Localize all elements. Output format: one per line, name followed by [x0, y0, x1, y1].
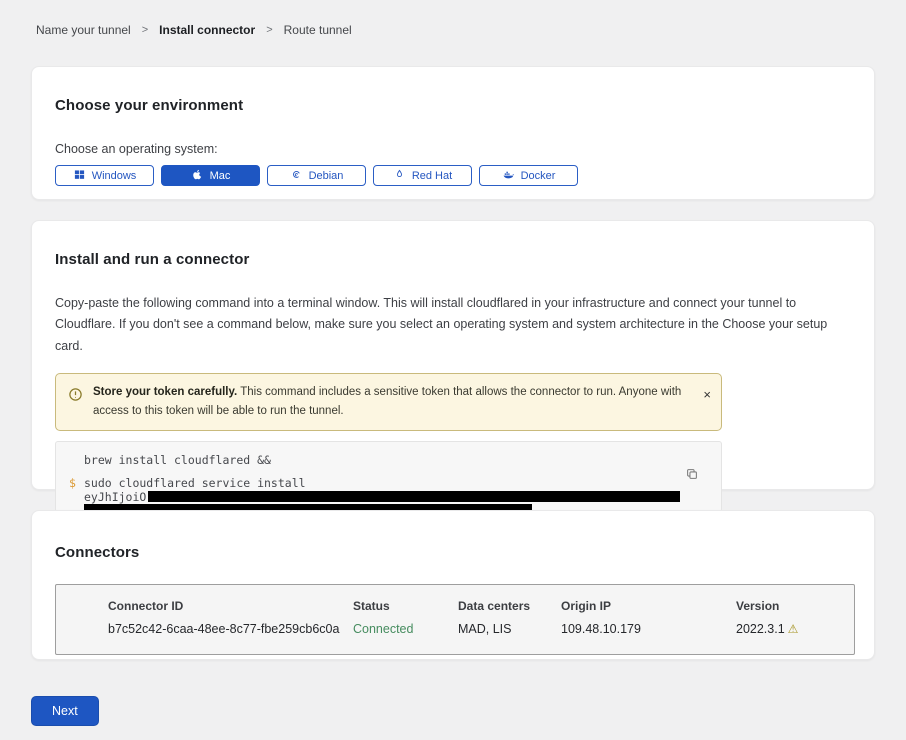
- breadcrumb-separator: >: [266, 24, 272, 36]
- cell-data-centers: MAD, LIS: [458, 622, 561, 636]
- info-circle-icon: [68, 387, 83, 421]
- version-warning-icon: ⚠: [788, 622, 799, 636]
- os-button-label: Mac: [210, 170, 231, 182]
- code-line-command: $ sudo cloudflared service install: [84, 476, 693, 490]
- choose-environment-card: Choose your environment Choose an operat…: [31, 66, 875, 200]
- breadcrumb-step-install-connector[interactable]: Install connector: [159, 23, 255, 37]
- copy-icon[interactable]: [683, 467, 701, 485]
- shell-prompt: $: [69, 476, 76, 490]
- alert-title: Store your token carefully.: [93, 386, 237, 398]
- connectors-table: Connector ID Status Data centers Origin …: [55, 584, 855, 655]
- cell-origin-ip: 109.48.10.179: [561, 622, 736, 636]
- os-button-label: Debian: [309, 170, 344, 182]
- breadcrumb-step-route-tunnel[interactable]: Route tunnel: [284, 23, 352, 37]
- redacted-token-bar: [148, 491, 680, 502]
- col-version: Version: [736, 599, 854, 613]
- command-text: sudo cloudflared service install: [84, 476, 306, 490]
- table-header-row: Connector ID Status Data centers Origin …: [108, 599, 854, 613]
- alert-text: Store your token carefully. This command…: [93, 383, 691, 421]
- redhat-icon: [393, 168, 406, 184]
- cell-connector-id: b7c52c42-6caa-48ee-8c77-fbe259cb6c0a: [108, 622, 353, 636]
- page: Name your tunnel > Install connector > R…: [0, 0, 906, 740]
- os-button-row: Windows Mac Debian Red Hat: [55, 165, 851, 186]
- debian-icon: [290, 168, 303, 184]
- col-data-centers: Data centers: [458, 599, 561, 613]
- breadcrumb-separator: >: [142, 24, 148, 36]
- token-prefix: eyJhIjoiO: [84, 490, 146, 504]
- docker-icon: [502, 168, 515, 184]
- install-command-codeblock: brew install cloudflared && $ sudo cloud…: [55, 441, 722, 512]
- cell-version: 2022.3.1⚠: [736, 622, 854, 636]
- card-title: Connectors: [55, 511, 851, 561]
- connectors-card: Connectors Connector ID Status Data cent…: [31, 510, 875, 660]
- col-connector-id: Connector ID: [108, 599, 353, 613]
- os-button-windows[interactable]: Windows: [55, 165, 154, 186]
- os-button-debian[interactable]: Debian: [267, 165, 366, 186]
- next-button[interactable]: Next: [31, 696, 99, 726]
- code-line-brew: brew install cloudflared &&: [84, 453, 693, 467]
- table-row: b7c52c42-6caa-48ee-8c77-fbe259cb6c0a Con…: [108, 622, 854, 636]
- apple-icon: [191, 168, 204, 184]
- token-warning-alert: Store your token carefully. This command…: [55, 373, 722, 431]
- breadcrumb-step-name-tunnel[interactable]: Name your tunnel: [36, 23, 131, 37]
- os-button-mac[interactable]: Mac: [161, 165, 260, 186]
- os-button-docker[interactable]: Docker: [479, 165, 578, 186]
- col-status: Status: [353, 599, 458, 613]
- breadcrumb: Name your tunnel > Install connector > R…: [36, 23, 352, 37]
- windows-icon: [73, 168, 86, 184]
- install-description: Copy-paste the following command into a …: [55, 293, 850, 357]
- os-button-redhat[interactable]: Red Hat: [373, 165, 472, 186]
- card-title: Choose your environment: [55, 67, 851, 114]
- install-connector-card: Install and run a connector Copy-paste t…: [31, 220, 875, 490]
- code-line-token: eyJhIjoiO: [84, 490, 693, 504]
- os-select-label: Choose an operating system:: [55, 142, 851, 156]
- status-badge: Connected: [353, 622, 458, 636]
- os-button-label: Docker: [521, 170, 556, 182]
- card-title: Install and run a connector: [55, 221, 851, 268]
- os-button-label: Windows: [92, 170, 137, 182]
- os-button-label: Red Hat: [412, 170, 452, 182]
- close-icon[interactable]: ×: [703, 388, 711, 401]
- col-origin-ip: Origin IP: [561, 599, 736, 613]
